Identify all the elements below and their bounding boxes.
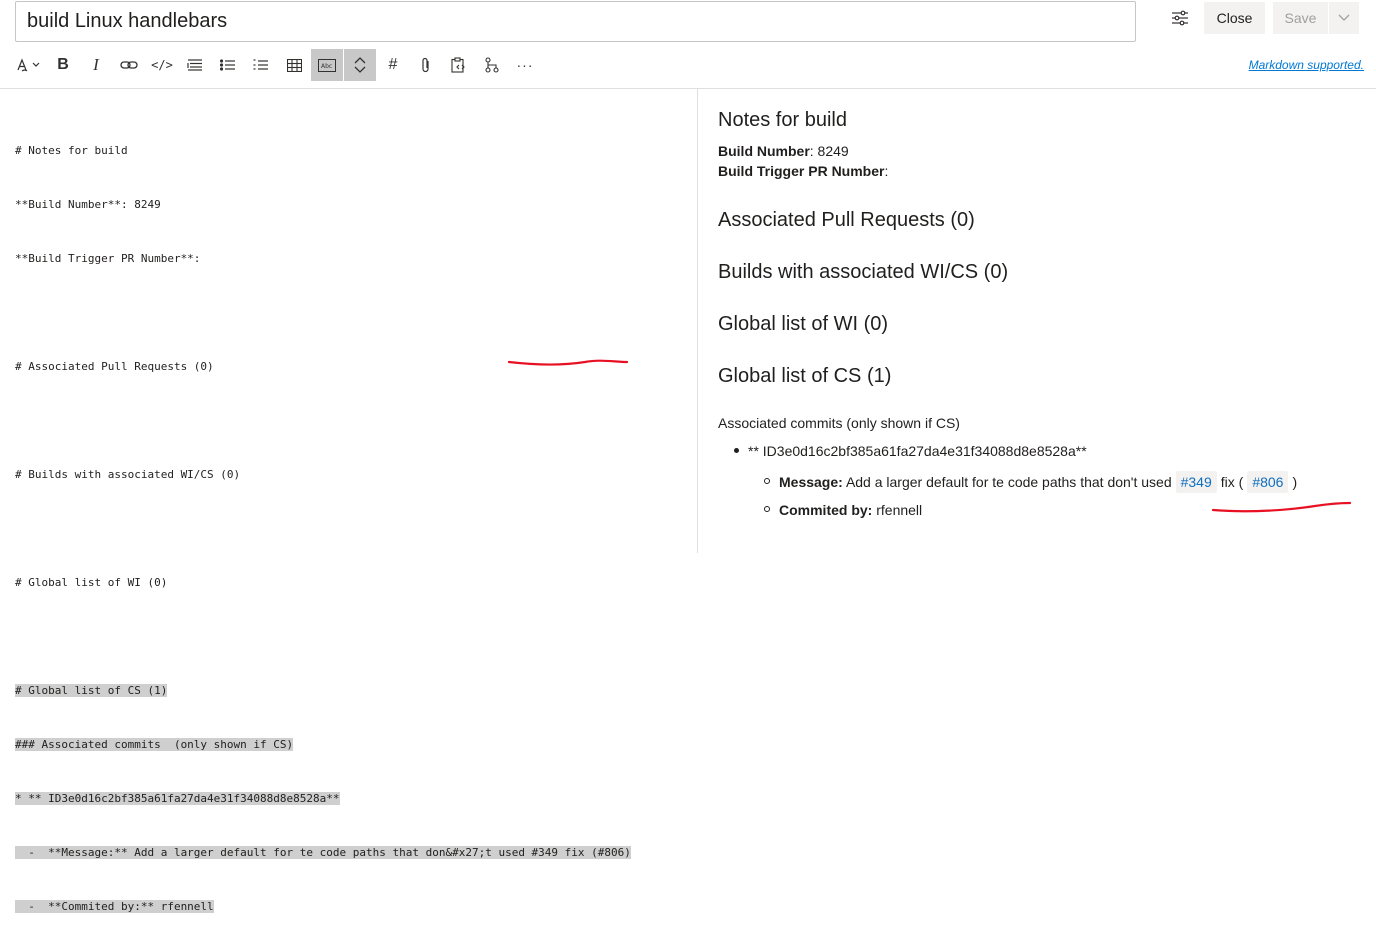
circle-bullet-icon bbox=[764, 478, 770, 485]
preview-toggle-icon[interactable]: Abc bbox=[311, 49, 343, 81]
paste-code-icon[interactable] bbox=[443, 49, 475, 81]
save-options-chevron-icon[interactable] bbox=[1329, 2, 1359, 34]
link-icon[interactable] bbox=[113, 49, 145, 81]
commit-id: ** ID3e0d16c2bf385a61fa27da4e31f34088d8e… bbox=[748, 443, 1087, 459]
heading-pull-requests: Associated Pull Requests (0) bbox=[718, 209, 975, 231]
quote-icon[interactable] bbox=[179, 49, 211, 81]
bulleted-list-icon[interactable] bbox=[212, 49, 244, 81]
editor-line-selected: # Global list of CS (1) bbox=[15, 684, 168, 697]
bold-icon[interactable]: B bbox=[47, 49, 79, 81]
pull-request-icon[interactable] bbox=[476, 49, 508, 81]
settings-sliders-icon[interactable] bbox=[1168, 6, 1192, 30]
markdown-editor[interactable]: # Notes for build **Build Number**: 8249… bbox=[15, 106, 685, 934]
build-number-value: : 8249 bbox=[809, 143, 849, 159]
close-paren: ) bbox=[1292, 474, 1298, 490]
circle-bullet-icon bbox=[764, 506, 770, 513]
trigger-pr-line: Build Trigger PR Number: bbox=[718, 161, 888, 181]
editor-line: # Notes for build bbox=[15, 144, 128, 157]
trigger-pr-label: Build Trigger PR Number bbox=[718, 163, 885, 179]
expand-collapse-icon[interactable] bbox=[344, 49, 376, 81]
save-button[interactable]: Save bbox=[1273, 2, 1328, 34]
message-list-item: Message: Add a larger default for te cod… bbox=[764, 471, 1297, 493]
attach-paperclip-icon[interactable] bbox=[410, 49, 442, 81]
heading-cs: Global list of CS (1) bbox=[718, 365, 892, 387]
pr-tag-349[interactable]: #349 bbox=[1175, 471, 1217, 493]
editor-line-selected: ### Associated commits (only shown if CS… bbox=[15, 738, 294, 751]
editor-line: **Build Trigger PR Number**: bbox=[15, 252, 201, 265]
editor-line-selected: - **Commited by:** rfennell bbox=[15, 900, 214, 913]
markdown-supported-link[interactable]: Markdown supported. bbox=[1249, 58, 1364, 72]
message-text: Add a larger default for te code paths t… bbox=[845, 474, 1172, 490]
committed-by-label: Commited by: bbox=[779, 502, 873, 518]
heading-builds: Builds with associated WI/CS (0) bbox=[718, 261, 1009, 283]
editor-line: # Global list of WI (0) bbox=[15, 576, 168, 589]
trigger-pr-value: : bbox=[884, 163, 889, 179]
editor-line-selected: * ** ID3e0d16c2bf385a61fa27da4e31f34088d… bbox=[15, 792, 340, 805]
commits-heading: Associated commits (only shown if CS) bbox=[718, 415, 960, 431]
heading-icon[interactable]: # bbox=[377, 49, 409, 81]
preview-title: Notes for build bbox=[718, 109, 847, 131]
text-style-icon[interactable] bbox=[12, 49, 46, 81]
build-number-line: Build Number: 8249 bbox=[718, 141, 849, 161]
message-label: Message: bbox=[779, 474, 843, 490]
bullet-icon bbox=[734, 447, 739, 453]
pane-divider[interactable] bbox=[697, 89, 698, 553]
red-underline-annotation bbox=[1211, 501, 1352, 513]
numbered-list-icon[interactable] bbox=[245, 49, 277, 81]
svg-text:Abc: Abc bbox=[321, 63, 332, 70]
formatting-toolbar: B I </> Abc # ··· bbox=[12, 49, 542, 81]
table-icon[interactable] bbox=[278, 49, 310, 81]
committed-by-list-item: Commited by: rfennell bbox=[764, 500, 922, 520]
build-number-label: Build Number bbox=[718, 143, 810, 159]
close-button[interactable]: Close bbox=[1204, 2, 1265, 34]
committed-by-value: rfennell bbox=[876, 502, 923, 518]
code-icon[interactable]: </> bbox=[146, 49, 178, 81]
editor-line: # Associated Pull Requests (0) bbox=[15, 360, 214, 373]
title-input[interactable] bbox=[15, 1, 1136, 42]
editor-line-selected: - **Message:** Add a larger default for … bbox=[15, 846, 631, 859]
editor-line: # Builds with associated WI/CS (0) bbox=[15, 468, 241, 481]
editor-line: **Build Number**: 8249 bbox=[15, 198, 161, 211]
pr-tag-806[interactable]: #806 bbox=[1247, 471, 1289, 493]
toolbar-divider bbox=[0, 88, 1376, 89]
more-options-icon[interactable]: ··· bbox=[509, 49, 541, 81]
commit-list-item: ** ID3e0d16c2bf385a61fa27da4e31f34088d8e… bbox=[734, 441, 1087, 461]
italic-icon[interactable]: I bbox=[80, 49, 112, 81]
heading-wi: Global list of WI (0) bbox=[718, 313, 889, 335]
fix-text: fix ( bbox=[1220, 474, 1244, 490]
